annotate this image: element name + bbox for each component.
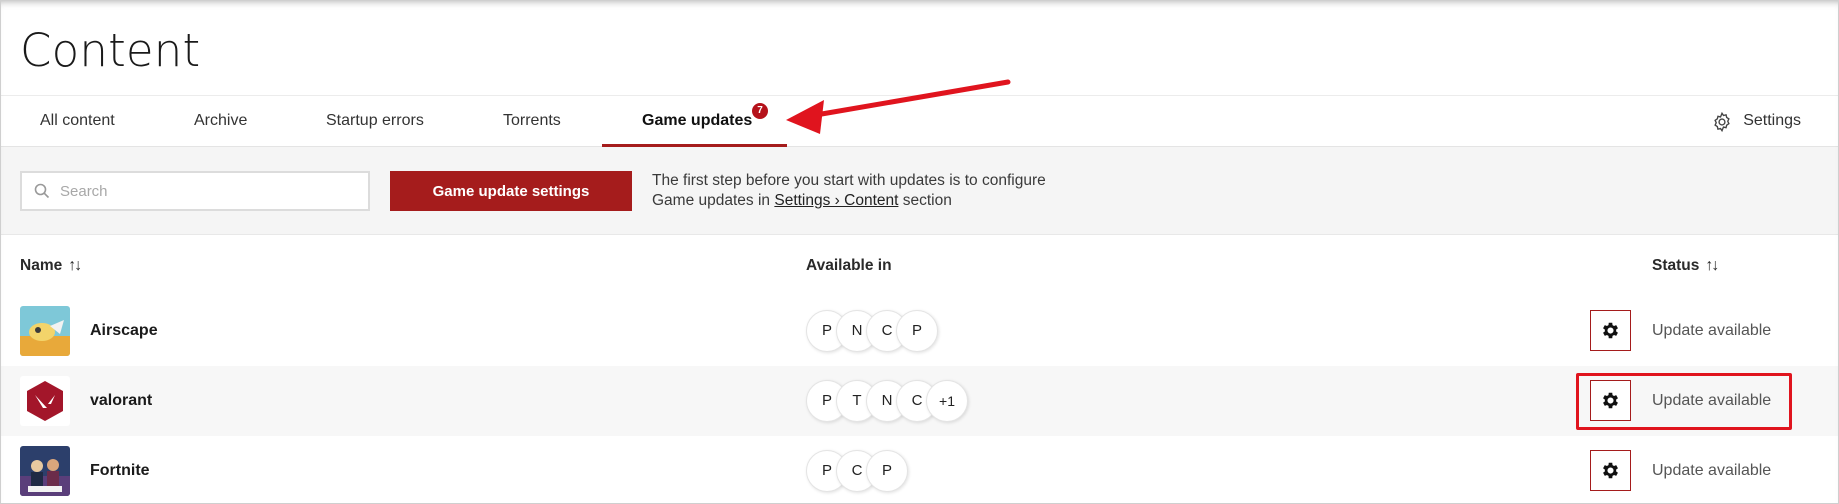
gear-icon bbox=[1603, 392, 1618, 409]
row-settings-button[interactable] bbox=[1590, 380, 1631, 421]
search-box[interactable] bbox=[20, 171, 370, 211]
tab-archive[interactable]: Archive bbox=[194, 96, 247, 148]
game-name: Fortnite bbox=[90, 462, 150, 479]
table-row[interactable]: Airscape P N C P Update available bbox=[0, 296, 1839, 366]
settings-link-label: Settings bbox=[1743, 112, 1801, 129]
tab-torrents[interactable]: Torrents bbox=[503, 96, 561, 148]
status-text: Update available bbox=[1652, 322, 1772, 339]
airscape-thumbnail bbox=[20, 306, 70, 356]
sort-icon[interactable]: ↑↓ bbox=[1705, 235, 1719, 297]
status-text: Update available bbox=[1652, 392, 1772, 409]
status-text: Update available bbox=[1652, 462, 1772, 479]
search-icon bbox=[34, 183, 50, 199]
game-name: valorant bbox=[90, 392, 153, 409]
gear-icon bbox=[1603, 322, 1618, 339]
page-title: Content bbox=[20, 24, 201, 77]
table-header: Name ↑↓ Available in Status ↑↓ bbox=[0, 235, 1839, 297]
tab-bar: All content Archive Startup errors Torre… bbox=[0, 95, 1839, 147]
settings-content-link[interactable]: Settings › Content bbox=[774, 192, 898, 209]
column-status[interactable]: Status ↑↓ bbox=[1652, 235, 1719, 297]
column-name[interactable]: Name ↑↓ bbox=[20, 235, 82, 297]
gear-icon bbox=[1714, 111, 1730, 133]
row-settings-button[interactable] bbox=[1590, 450, 1631, 491]
table-row[interactable]: Fortnite P C P Update available bbox=[0, 436, 1839, 504]
row-settings-button[interactable] bbox=[1590, 310, 1631, 351]
tab-startup-errors[interactable]: Startup errors bbox=[326, 96, 424, 148]
hint-suffix: section bbox=[898, 192, 952, 209]
availability-chip: P bbox=[896, 310, 938, 352]
setup-hint: The first step before you start with upd… bbox=[652, 171, 1072, 211]
settings-link[interactable]: Settings bbox=[1714, 95, 1801, 147]
game-update-settings-button[interactable]: Game update settings bbox=[390, 171, 632, 211]
availability-chip: P bbox=[866, 450, 908, 492]
valorant-logo bbox=[20, 376, 70, 426]
column-status-label: Status bbox=[1652, 257, 1700, 274]
tab-all-content[interactable]: All content bbox=[40, 96, 115, 148]
column-name-label: Name bbox=[20, 257, 63, 274]
tab-game-updates[interactable]: Game updates bbox=[642, 96, 752, 148]
toolbar: Game update settings The first step befo… bbox=[0, 147, 1839, 235]
gear-icon bbox=[1603, 462, 1618, 479]
sort-icon[interactable]: ↑↓ bbox=[68, 235, 82, 297]
game-updates-count-badge: 7 bbox=[752, 103, 768, 119]
more-chip[interactable]: +1 bbox=[926, 380, 968, 422]
game-name: Airscape bbox=[90, 322, 158, 339]
table-row[interactable]: valorant P T N C +1 Update available bbox=[0, 366, 1839, 436]
fortnite-thumbnail bbox=[20, 446, 70, 496]
column-available-in: Available in bbox=[806, 257, 892, 274]
search-input[interactable] bbox=[60, 173, 360, 209]
